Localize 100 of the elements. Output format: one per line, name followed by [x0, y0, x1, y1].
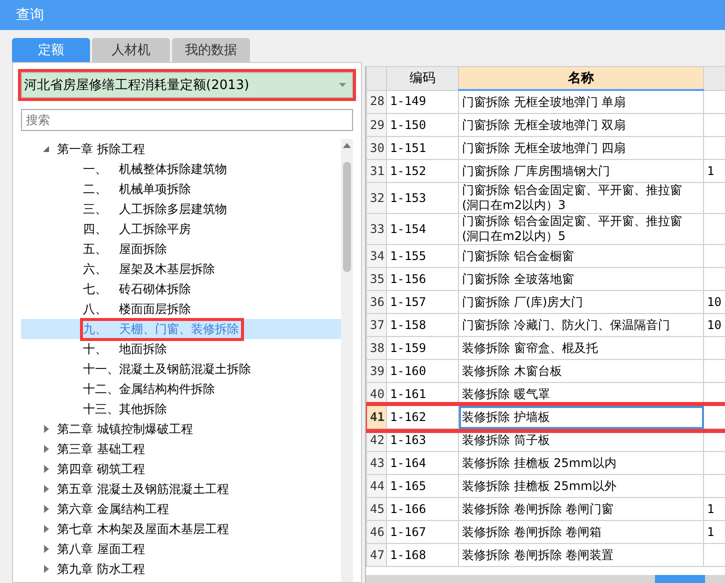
tab[interactable]: 我的数据 [172, 38, 250, 62]
tab[interactable]: 人材机 [92, 38, 170, 62]
row-number: 43 [366, 452, 386, 474]
code-cell: 1-149 [386, 90, 458, 114]
search-field[interactable]: 搜索 [21, 109, 353, 131]
row-number: 29 [366, 114, 386, 136]
name-cell: 门窗拆除 冷藏门、防火门、保温隔音门 [458, 314, 704, 336]
chapter-label: 第五章 混凝土及钢筋混凝土工程 [57, 480, 229, 498]
item-label: 其他拆除 [119, 400, 167, 418]
quota-dropdown[interactable]: 河北省房屋修缮工程消耗量定额(2013) [21, 72, 353, 98]
code-cell: 1-153 [386, 182, 458, 214]
tree-item[interactable]: 第七章 木构架及屋面木基层工程 [21, 519, 341, 539]
collapse-arrow-icon[interactable] [41, 144, 51, 154]
scrollbar[interactable] [366, 575, 725, 583]
tree-item[interactable]: 七、 砖石砌体拆除 [21, 279, 341, 299]
chapter-label: 第六章 金属结构工程 [57, 500, 169, 518]
scroll-thumb[interactable] [655, 575, 705, 583]
name-cell: 装修拆除 护墙板 [458, 406, 704, 428]
item-number: 二、 [83, 180, 108, 198]
window-title: 查询 [0, 0, 725, 30]
tree-item[interactable]: 第一章 拆除工程 [21, 139, 341, 159]
row-number: 41 [366, 406, 386, 428]
row-number: 33 [366, 214, 386, 244]
tree-item[interactable]: 八、 楼面面层拆除 [21, 299, 341, 319]
expand-arrow-icon[interactable] [41, 504, 51, 514]
scrollbar[interactable] [341, 139, 353, 582]
row-number: 28 [366, 90, 386, 114]
item-label: 机械单项拆除 [119, 180, 191, 198]
row-number: 38 [366, 336, 386, 360]
item-label: 屋面拆除 [119, 240, 167, 258]
code-cell: 1-151 [386, 136, 458, 160]
tree-item[interactable]: 第九章 防水工程 [21, 559, 341, 579]
name-cell: 装修拆除 木窗台板 [458, 360, 704, 382]
tree-item[interactable]: 第二章 城镇控制爆破工程 [21, 419, 341, 439]
item-number: 一、 [83, 160, 108, 178]
header-cell [366, 66, 386, 90]
chapter-label: 第三章 基础工程 [57, 440, 145, 458]
chapter-label: 第九章 防水工程 [57, 560, 145, 578]
tree-item[interactable]: 十二、金属结构构件拆除 [21, 379, 341, 399]
tree-item[interactable]: 第六章 金属结构工程 [21, 499, 341, 519]
column-header[interactable]: 名称 [458, 66, 704, 90]
code-cell: 1-166 [386, 498, 458, 520]
tree-item[interactable]: 十一、混凝土及钢筋混凝土拆除 [21, 359, 341, 379]
tree-item[interactable]: 三、 人工拆除多层建筑物 [21, 199, 341, 219]
scroll-thumb[interactable] [343, 162, 351, 272]
tree-item[interactable]: 四、 人工拆除平房 [21, 219, 341, 239]
name-cell: 门窗拆除 铝合金固定窗、平开窗、推拉窗 (洞口在m2以内）5 [458, 214, 704, 244]
item-number: 四、 [83, 220, 108, 238]
item-label: 楼面面层拆除 [119, 300, 191, 318]
code-cell: 1-165 [386, 474, 458, 498]
caret-icon [339, 83, 346, 87]
row-number: 36 [366, 290, 386, 314]
tree-item[interactable]: 第五章 混凝土及钢筋混凝土工程 [21, 479, 341, 499]
tree-item[interactable]: 十、 地面拆除 [21, 339, 341, 359]
scroll-up-icon[interactable] [343, 143, 351, 148]
chapter-label: 第七章 木构架及屋面木基层工程 [57, 520, 229, 538]
name-cell: 装修拆除 卷闸拆除 卷闸门窗 [458, 498, 704, 520]
row-number: 34 [366, 244, 386, 268]
code-cell: 1-157 [386, 290, 458, 314]
tree-item[interactable]: 十三、其他拆除 [21, 399, 341, 419]
expand-arrow-icon[interactable] [41, 464, 51, 474]
tree-item[interactable]: 二、 机械单项拆除 [21, 179, 341, 199]
item-label: 屋架及木基层拆除 [119, 260, 215, 278]
item-number: 十三、 [83, 400, 119, 418]
expand-arrow-icon[interactable] [41, 484, 51, 494]
item-label: 混凝土及钢筋混凝土拆除 [119, 360, 251, 378]
name-cell: 门窗拆除 厂(库)房大门 [458, 290, 704, 314]
tree-item[interactable]: 第四章 砌筑工程 [21, 459, 341, 479]
name-cell: 装修拆除 卷闸拆除 卷闸箱 [458, 520, 704, 544]
name-cell: 装修拆除 卷闸拆除 卷闸装置 [458, 544, 704, 566]
code-cell: 1-160 [386, 360, 458, 382]
column-header[interactable]: 编码 [386, 66, 458, 90]
row-number: 32 [366, 182, 386, 214]
code-cell: 1-159 [386, 336, 458, 360]
code-cell: 1-156 [386, 268, 458, 290]
row-number: 46 [366, 520, 386, 544]
code-cell: 1-155 [386, 244, 458, 268]
code-cell: 1-162 [386, 406, 458, 428]
item-number: 八、 [83, 300, 108, 318]
chapter-label: 第一章 拆除工程 [57, 140, 145, 158]
tree-item[interactable]: 第三章 基础工程 [21, 439, 341, 459]
tree-item[interactable]: 第八章 屋面工程 [21, 539, 341, 559]
chapter-label: 第八章 屋面工程 [57, 540, 145, 558]
item-number: 五、 [83, 240, 108, 258]
name-cell: 装修拆除 窗帘盒、棍及托 [458, 336, 704, 360]
expand-arrow-icon[interactable] [41, 444, 51, 454]
tree-item[interactable]: 五、 屋面拆除 [21, 239, 341, 259]
expand-arrow-icon[interactable] [41, 424, 51, 434]
chapter-label: 第二章 城镇控制爆破工程 [57, 420, 193, 438]
expand-arrow-icon[interactable] [41, 564, 51, 574]
item-label: 地面拆除 [119, 340, 167, 358]
item-number: 七、 [83, 280, 108, 298]
expand-arrow-icon[interactable] [41, 524, 51, 534]
tree-item[interactable]: 六、 屋架及木基层拆除 [21, 259, 341, 279]
item-label: 人工拆除平房 [119, 220, 191, 238]
expand-arrow-icon[interactable] [41, 544, 51, 554]
row-number: 44 [366, 474, 386, 498]
name-cell: 门窗拆除 无框全玻地弹门 四扇 [458, 136, 704, 160]
tree-item[interactable]: 一、 机械整体拆除建筑物 [21, 159, 341, 179]
row-number: 37 [366, 314, 386, 336]
